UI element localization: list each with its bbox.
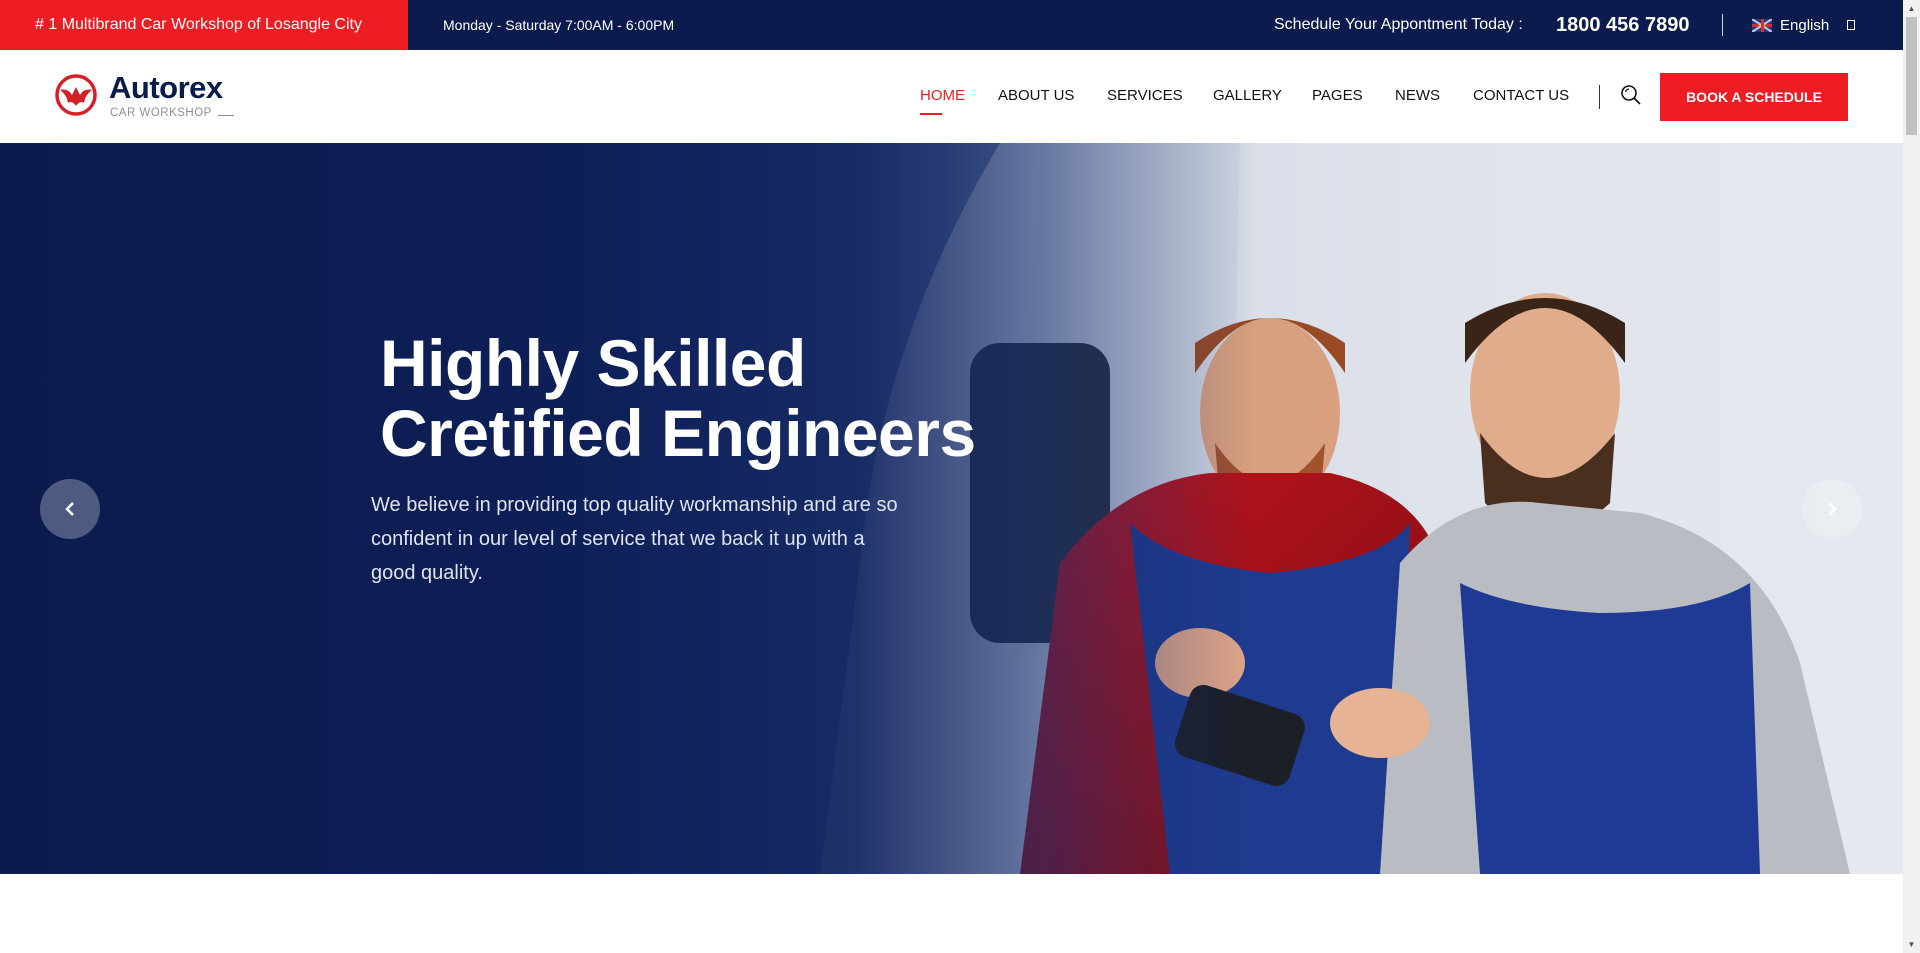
logo[interactable]: Autorex CAR WORKSHOP [54,70,254,126]
hero-overlay [0,143,1903,874]
logo-underline [218,115,234,116]
page-scrollbar[interactable]: ▲ ▼ [1903,0,1920,953]
nav-home[interactable]: HOME [920,87,965,115]
hero-slider: Highly Skilled Cretified Engineers We be… [0,143,1903,874]
nav-pages[interactable]: PAGES [1312,87,1363,104]
logo-name-text: Autorex [109,70,223,105]
tagline-badge: # 1 Multibrand Car Workshop of Losangle … [0,0,408,50]
language-label: English [1780,16,1830,34]
nav-services[interactable]: SERVICES [1107,87,1183,104]
uk-flag-icon [1752,18,1772,32]
search-icon[interactable] [1619,83,1643,107]
hero-description: We believe in providing top quality work… [371,494,898,584]
site-header: Autorex CAR WORKSHOP HOME ABOUT US SERVI… [0,50,1903,143]
phone-number[interactable]: 1800 456 7890 [1556,0,1689,50]
logo-name: Autorex [109,70,223,106]
chevron-right-icon [1828,502,1837,516]
page: # 1 Multibrand Car Workshop of Losangle … [0,0,1903,953]
hero-title-line-2: Cretified Engineers [380,396,976,470]
scroll-down-icon[interactable]: ▼ [1903,936,1920,953]
nav-about-us[interactable]: ABOUT US [998,87,1074,104]
language-selector[interactable]: English [1752,0,1856,50]
logo-mark-icon [55,74,97,116]
tagline-text: # 1 Multibrand Car Workshop of Losangle … [35,16,362,33]
logo-subtitle: CAR WORKSHOP [110,107,212,119]
nav-gallery[interactable]: GALLERY [1213,87,1282,104]
hero-title: Highly Skilled Cretified Engineers [380,328,976,468]
nav-contact-us[interactable]: CONTACT US [1473,87,1569,104]
slider-prev-button[interactable] [40,479,100,539]
slider-next-button[interactable] [1802,479,1862,539]
chevron-left-icon [65,502,74,516]
scrollbar-thumb[interactable] [1906,17,1917,135]
nav-news[interactable]: NEWS [1395,87,1440,104]
hero-title-line-1: Highly Skilled [380,326,806,400]
top-bar: # 1 Multibrand Car Workshop of Losangle … [0,0,1903,50]
nav-divider [1599,85,1600,109]
business-hours: Monday - Saturday 7:00AM - 6:00PM [443,17,675,33]
scroll-up-icon[interactable]: ▲ [1903,0,1920,17]
dropdown-icon [1847,20,1856,30]
book-schedule-button[interactable]: BOOK A SCHEDULE [1660,73,1848,121]
schedule-label: Schedule Your Appontment Today : [1274,16,1523,33]
topbar-divider [1722,14,1723,36]
